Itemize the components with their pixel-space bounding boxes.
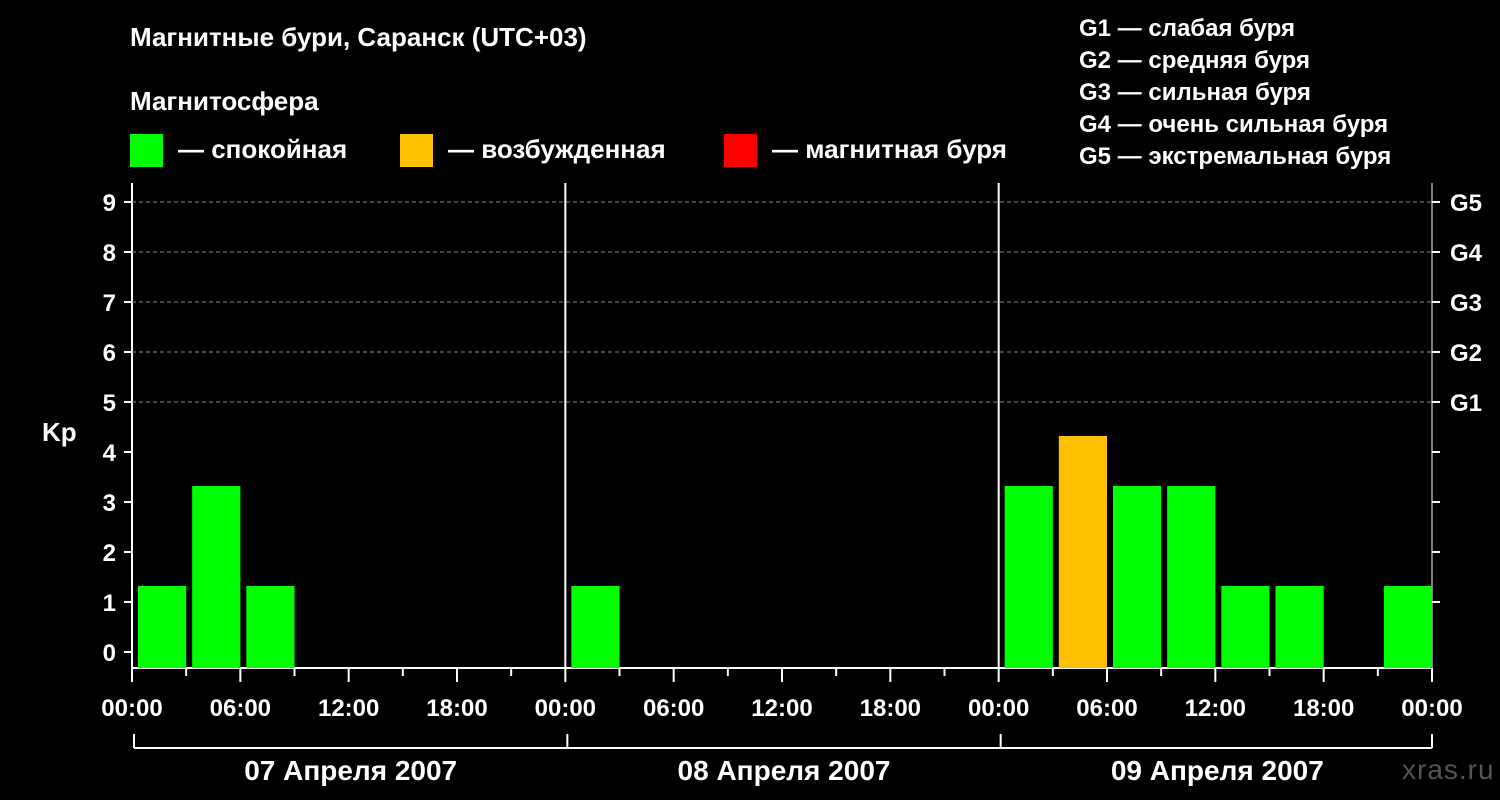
- y-tick-label: 8: [103, 240, 116, 267]
- g-level-label: G3: [1450, 290, 1482, 317]
- kp-bar: [1167, 486, 1216, 668]
- x-tick-label: 00:00: [535, 695, 596, 722]
- g-level-label: G5: [1450, 190, 1482, 217]
- kp-bar: [1004, 486, 1053, 668]
- y-axis-label: Kp: [42, 417, 77, 447]
- x-tick-label: 12:00: [751, 695, 812, 722]
- day-label: 08 Апреля 2007: [678, 755, 891, 786]
- g-level-label: G1: [1450, 390, 1482, 417]
- kp-bar: [138, 586, 187, 668]
- x-tick-label: 18:00: [860, 695, 921, 722]
- y-tick-label: 4: [103, 440, 117, 467]
- kp-bar: [1383, 586, 1432, 668]
- x-tick-label: 06:00: [210, 695, 271, 722]
- g-level-label: G4: [1450, 240, 1483, 267]
- kp-bar: [1113, 486, 1162, 668]
- y-tick-label: 5: [103, 390, 116, 417]
- y-tick-label: 7: [103, 290, 116, 317]
- x-tick-label: 18:00: [1293, 695, 1354, 722]
- day-label: 09 Апреля 2007: [1111, 755, 1324, 786]
- y-tick-label: 0: [103, 640, 116, 667]
- kp-bar: [246, 586, 295, 668]
- x-tick-label: 06:00: [643, 695, 704, 722]
- kp-bar: [571, 586, 620, 668]
- y-tick-label: 2: [103, 540, 116, 567]
- x-tick-label: 00:00: [1401, 695, 1462, 722]
- watermark: xras.ru: [1402, 754, 1495, 785]
- x-tick-label: 00:00: [101, 695, 162, 722]
- kp-bar: [1275, 586, 1324, 668]
- kp-chart: 0 1 2 3 4 5 6 7 8 9 G1 G2 G3 G4 G5 Kp 00:00 06:00 12:00 18:…: [42, 183, 1483, 786]
- x-tick-label: 06:00: [1076, 695, 1137, 722]
- x-tick-label: 12:00: [318, 695, 379, 722]
- y-tick-label: 3: [103, 490, 116, 517]
- kp-bar: [192, 486, 241, 668]
- day-label: 07 Апреля 2007: [244, 755, 457, 786]
- kp-bar: [1221, 586, 1270, 668]
- x-tick-label: 18:00: [426, 695, 487, 722]
- g-level-label: G2: [1450, 340, 1482, 367]
- x-tick-label: 12:00: [1185, 695, 1246, 722]
- kp-bar: [1058, 436, 1107, 668]
- x-tick-label: 00:00: [968, 695, 1029, 722]
- y-tick-label: 6: [103, 340, 116, 367]
- y-tick-label: 1: [103, 590, 116, 617]
- y-tick-label: 9: [103, 190, 116, 217]
